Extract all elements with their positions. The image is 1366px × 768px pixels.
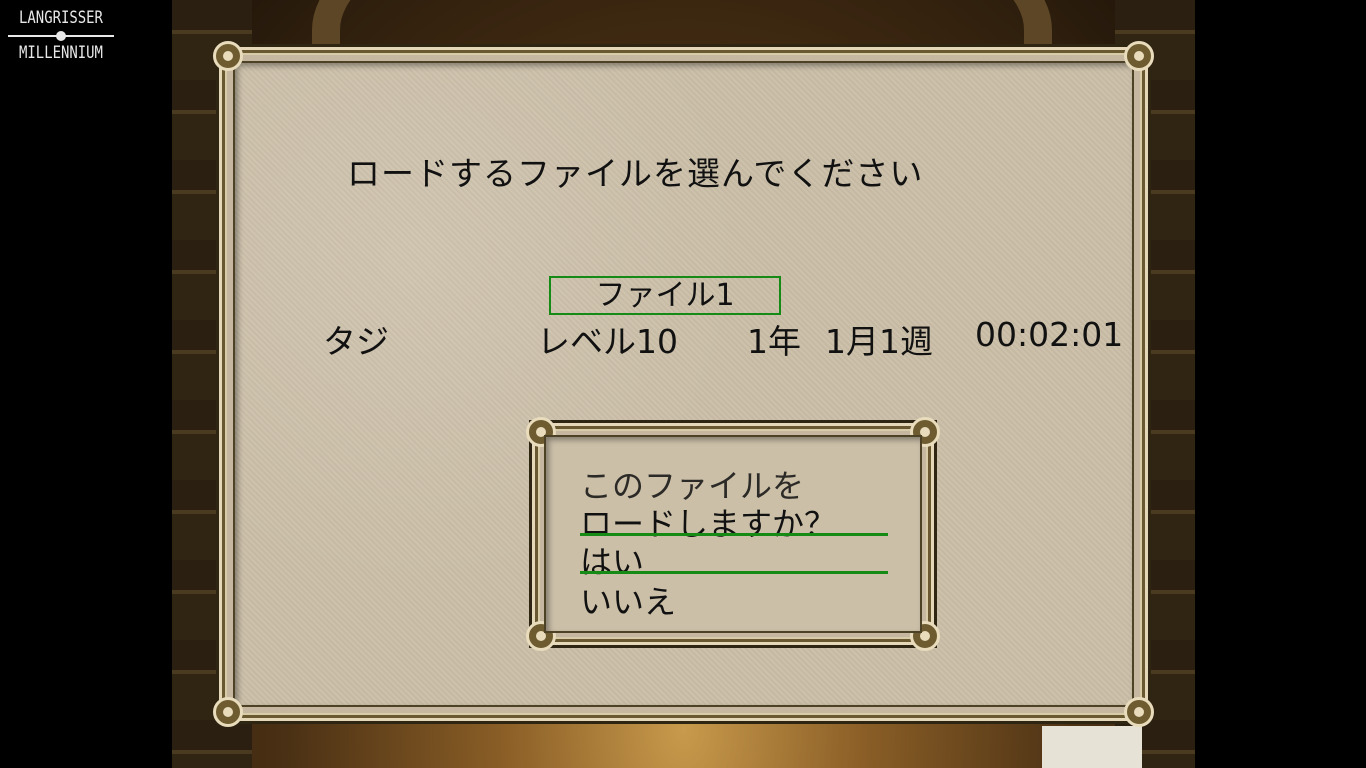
slot-level: レベル10 (537, 322, 678, 361)
slot-play-time: 00:02:01 (975, 315, 1124, 354)
slot-character-name: タジ (323, 322, 389, 361)
ornament-corner-icon (1124, 697, 1154, 727)
ornament-corner-icon (1124, 41, 1154, 71)
save-slot-file1[interactable]: ファイル1 (549, 276, 781, 315)
logo-divider (8, 31, 114, 41)
selection-cursor-top (580, 533, 888, 536)
game-viewport: ロードするファイルを選んでください ファイル1 タジ レベル10 1年 1月1週… (172, 0, 1195, 768)
background-patch (1042, 726, 1142, 768)
selection-cursor-bottom (580, 571, 888, 574)
slot-year: 1年 (747, 322, 801, 361)
option-no[interactable]: いいえ (580, 577, 676, 623)
load-prompt: ロードするファイルを選んでください (347, 154, 924, 193)
confirm-load-dialog: このファイルを ロードしますか？ はい いいえ (526, 417, 940, 651)
slot-month-week: 1月1週 (825, 322, 933, 361)
dialog-text-area: このファイルを ロードしますか？ はい いいえ (544, 435, 922, 633)
logo-title-line1: LANGRISSER (19, 8, 103, 28)
logo-title-line2: MILLENNIUM (19, 43, 103, 63)
game-logo: LANGRISSER MILLENNIUM (8, 10, 114, 62)
ornament-corner-icon (213, 41, 243, 71)
load-file-panel: ロードするファイルを選んでください ファイル1 タジ レベル10 1年 1月1週… (213, 41, 1154, 727)
ornament-corner-icon (213, 697, 243, 727)
